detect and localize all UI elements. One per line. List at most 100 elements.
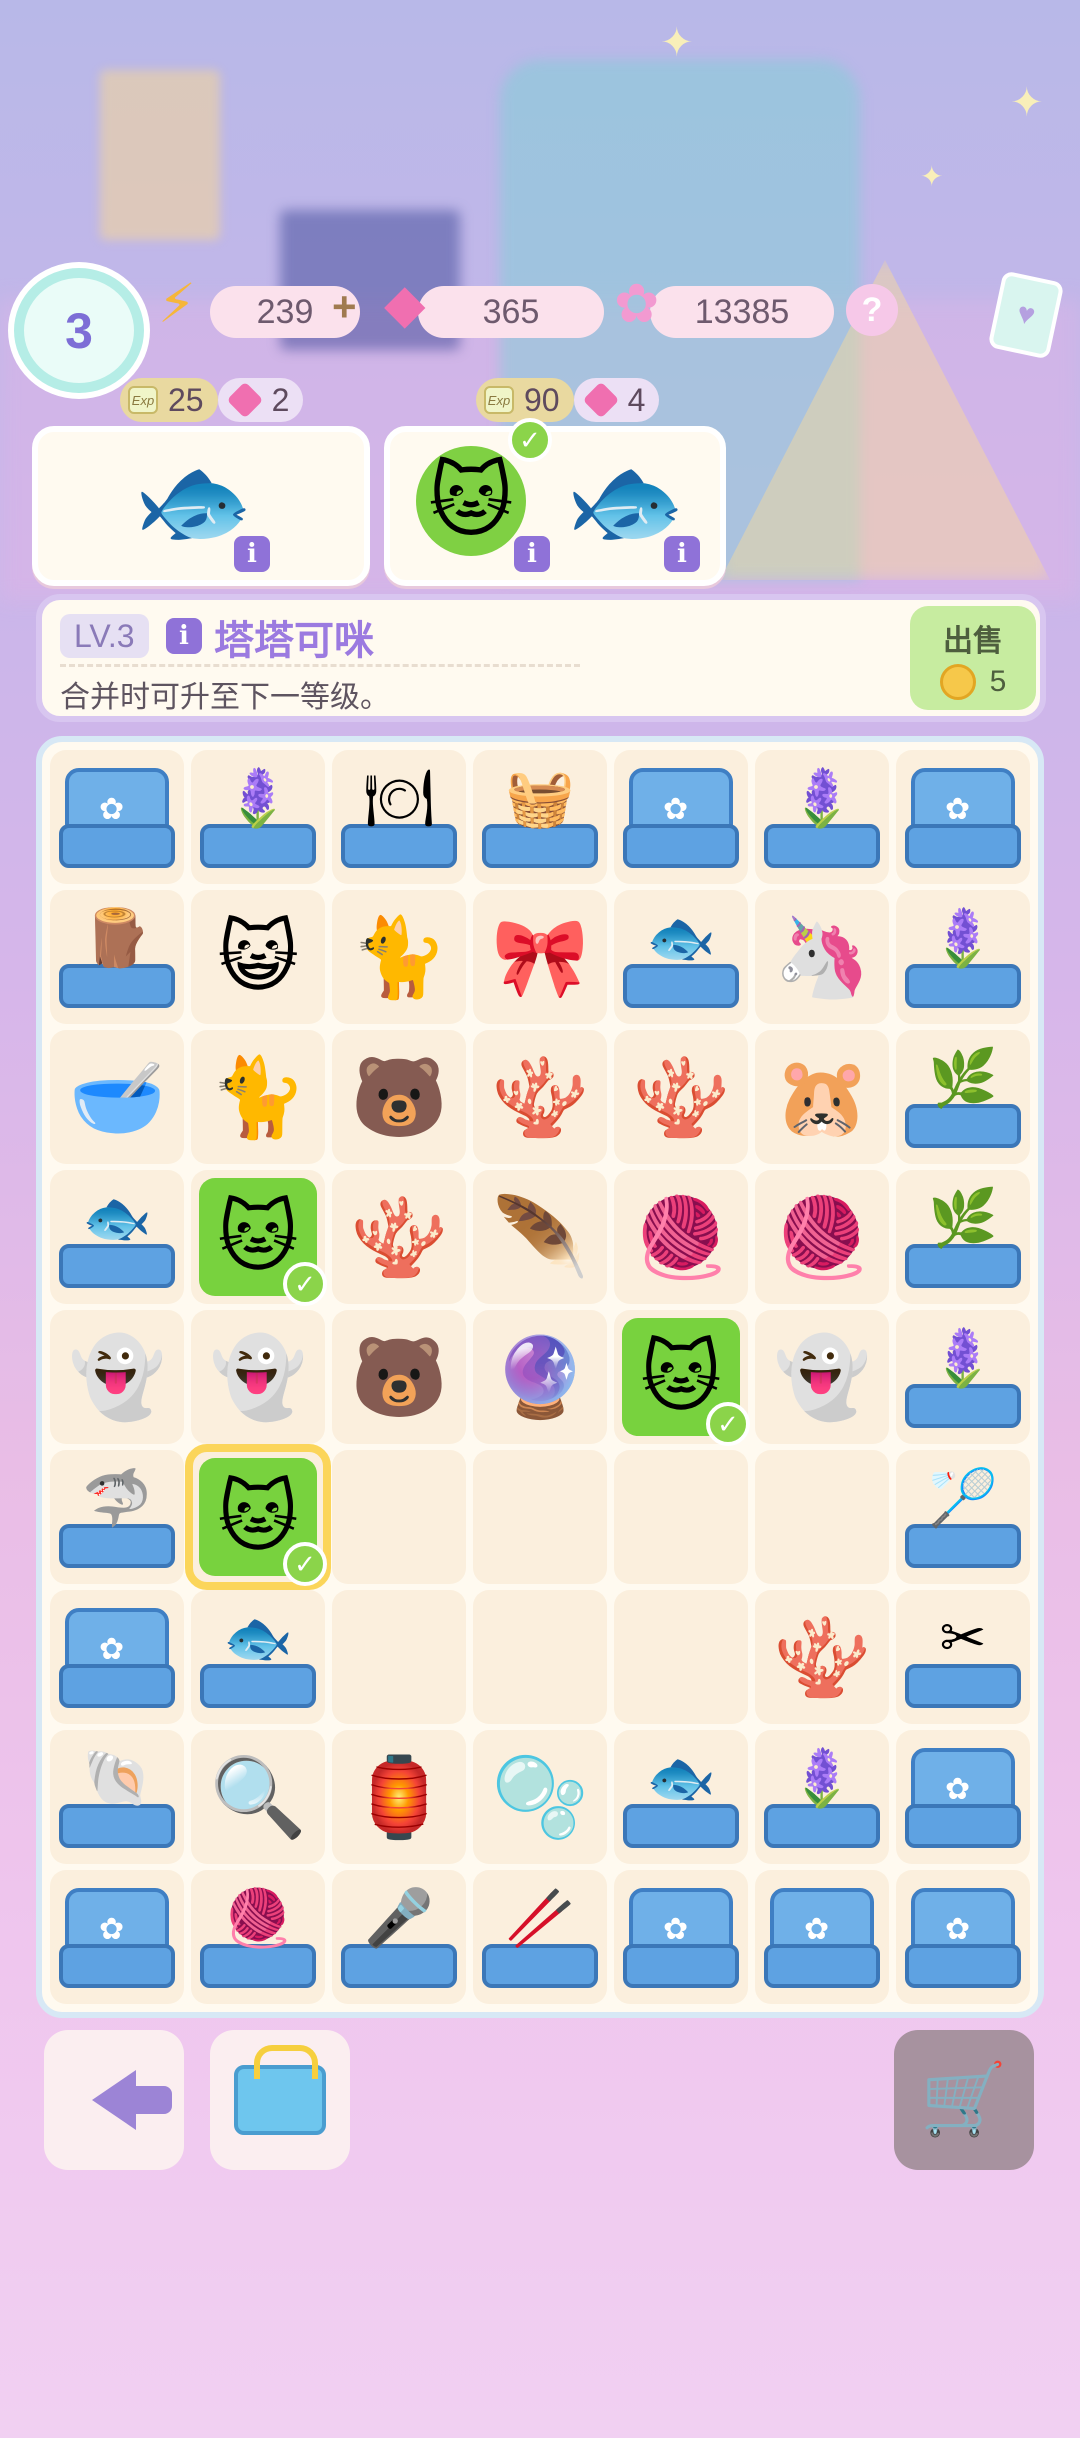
board-cell[interactable]: 🐟 — [191, 1590, 325, 1724]
empty-board-cell[interactable] — [614, 1450, 748, 1584]
exp-icon: Exp — [128, 386, 158, 414]
board-cell[interactable]: 🐱 ✓ — [185, 1444, 331, 1590]
board-cell[interactable]: 😺 — [191, 890, 325, 1024]
board-cell[interactable]: 🥣 — [50, 1030, 184, 1164]
board-cell[interactable]: 🔮 — [473, 1310, 607, 1444]
board-cell[interactable]: 🪻 — [755, 1730, 889, 1864]
order-2-rewards: Exp 90 4 — [476, 378, 660, 422]
sell-button[interactable]: 出售 5 — [910, 606, 1036, 710]
board-cell[interactable]: 🪵 — [50, 890, 184, 1024]
board-cell[interactable]: 🎤 — [332, 1870, 466, 2004]
exp-reward: Exp 25 — [120, 378, 218, 422]
board-cell[interactable]: ✿ — [614, 750, 748, 884]
board-cell[interactable]: 🧶 — [191, 1870, 325, 2004]
mystery-box-icon: ✿ — [59, 1602, 175, 1712]
board-cell[interactable]: 🧶 — [614, 1170, 748, 1304]
empty-board-cell[interactable] — [473, 1590, 607, 1724]
board-cell[interactable]: 👻 — [755, 1310, 889, 1444]
board-cell[interactable]: 🐹 — [755, 1030, 889, 1164]
board-cell[interactable]: 🔍 — [191, 1730, 325, 1864]
bin-fish-gray-icon: 🐟 — [59, 1182, 175, 1292]
board-cell[interactable]: 🧺 — [473, 750, 607, 884]
mystery-box-icon: ✿ — [905, 1742, 1021, 1852]
item-info-icon[interactable]: i — [514, 536, 550, 572]
board-cell[interactable]: 🪸 — [614, 1030, 748, 1164]
board-cell[interactable]: 🧶 — [755, 1170, 889, 1304]
board-cell[interactable]: 🐻 — [332, 1310, 466, 1444]
empty-board-cell[interactable] — [332, 1590, 466, 1724]
bin-flower-icon: 🪻 — [764, 1742, 880, 1852]
board-cell[interactable]: 🐱 ✓ — [614, 1310, 750, 1446]
board-cell[interactable]: 🐻 — [332, 1030, 466, 1164]
board-cell[interactable]: ✿ — [50, 1590, 184, 1724]
item-info-icon[interactable]: i — [166, 618, 202, 654]
board-cell[interactable]: ✂ — [896, 1590, 1030, 1724]
board-cell[interactable]: 🥢 — [473, 1870, 607, 2004]
item-info-icon[interactable]: i — [664, 536, 700, 572]
inventory-button[interactable] — [210, 2030, 350, 2170]
mystery-box-icon: ✿ — [623, 1882, 739, 1992]
board-cell[interactable]: 🐈 — [332, 890, 466, 1024]
board-cell[interactable]: 🪶 — [473, 1170, 607, 1304]
background-picture-frame — [100, 70, 220, 240]
item-name: 塔塔可咪 — [214, 619, 374, 663]
board-cell[interactable]: 🐈 — [191, 1030, 325, 1164]
bin-basket-icon: 🧺 — [482, 762, 598, 872]
board-cell[interactable]: 🏸 — [896, 1450, 1030, 1584]
order-card-2[interactable]: 🐱 ✓ i 🐟 i — [384, 418, 726, 586]
board-cell[interactable]: 🦄 — [755, 890, 889, 1024]
board-cell[interactable]: ✿ — [614, 1870, 748, 2004]
board-cell[interactable]: 🐚 — [50, 1730, 184, 1864]
empty-board-cell[interactable] — [332, 1450, 466, 1584]
board-cell[interactable]: 🪸 — [755, 1590, 889, 1724]
empty-board-cell[interactable] — [614, 1590, 748, 1724]
board-cell[interactable]: 🪻 — [896, 890, 1030, 1024]
bin-shark-icon: 🦈 — [59, 1462, 175, 1572]
item-description: 合并时可升至下一等级。 — [60, 681, 390, 714]
board-cell[interactable]: 🐟 — [614, 890, 748, 1024]
board-cell[interactable]: 🦈 — [50, 1450, 184, 1584]
empty-board-cell[interactable] — [473, 1450, 607, 1584]
bin-branch-icon: 🌿 — [905, 1182, 1021, 1292]
item-info-icon[interactable]: i — [234, 536, 270, 572]
board-cell[interactable]: ✿ — [50, 750, 184, 884]
board-cell[interactable]: 🪸 — [473, 1030, 607, 1164]
hamster-icon: 🐹 — [773, 1053, 871, 1141]
bin-fish-icon: 🐟 — [623, 902, 739, 1012]
board-cell[interactable]: 🐟 — [614, 1730, 748, 1864]
order-card-1[interactable]: 🐟 i — [32, 426, 370, 586]
board-cell[interactable]: ✿ — [896, 1730, 1030, 1864]
board-cell[interactable]: 🎀 — [473, 890, 607, 1024]
board-cell[interactable]: ✿ — [896, 750, 1030, 884]
board-cell[interactable]: 👻 — [50, 1310, 184, 1444]
board-cell[interactable]: 🪻 — [191, 750, 325, 884]
shopping-cart-icon: 🛒 — [920, 2060, 1008, 2138]
bubble-icon: 🫧 — [491, 1753, 589, 1841]
board-cell[interactable]: 🏮 — [332, 1730, 466, 1864]
board-cell[interactable]: ✿ — [755, 1870, 889, 2004]
board-cell[interactable]: 🪻 — [896, 1310, 1030, 1444]
add-energy-button[interactable]: + — [332, 283, 357, 331]
board-cell[interactable]: 🪻 — [755, 750, 889, 884]
board-cell[interactable]: 🐱 ✓ — [191, 1170, 327, 1306]
gem-reward-value: 4 — [627, 381, 646, 418]
board-cell[interactable]: ✿ — [50, 1870, 184, 2004]
board-cell[interactable]: 🐟 — [50, 1170, 184, 1304]
board-cell[interactable]: 🌿 — [896, 1030, 1030, 1164]
board-cell[interactable]: ✿ — [896, 1870, 1030, 2004]
star-decoration: ✦ — [920, 161, 944, 192]
coral-orange-big-icon: 🪸 — [632, 1053, 730, 1141]
star-decoration: ✦ — [660, 21, 694, 65]
mystery-box-icon: ✿ — [623, 762, 739, 872]
board-cell[interactable]: 👻 — [191, 1310, 325, 1444]
mystery-box-icon: ✿ — [59, 1882, 175, 1992]
back-button[interactable] — [44, 2030, 184, 2170]
board-cell[interactable]: 🍽 — [332, 750, 466, 884]
board-cell[interactable]: 🫧 — [473, 1730, 607, 1864]
board-cell[interactable]: 🪸 — [332, 1170, 466, 1304]
shop-button[interactable]: 🛒 — [894, 2030, 1034, 2170]
player-level-badge[interactable]: 3 — [14, 268, 144, 393]
empty-board-cell[interactable] — [755, 1450, 889, 1584]
board-cell[interactable]: 🌿 — [896, 1170, 1030, 1304]
help-button[interactable]: ? — [846, 284, 898, 336]
